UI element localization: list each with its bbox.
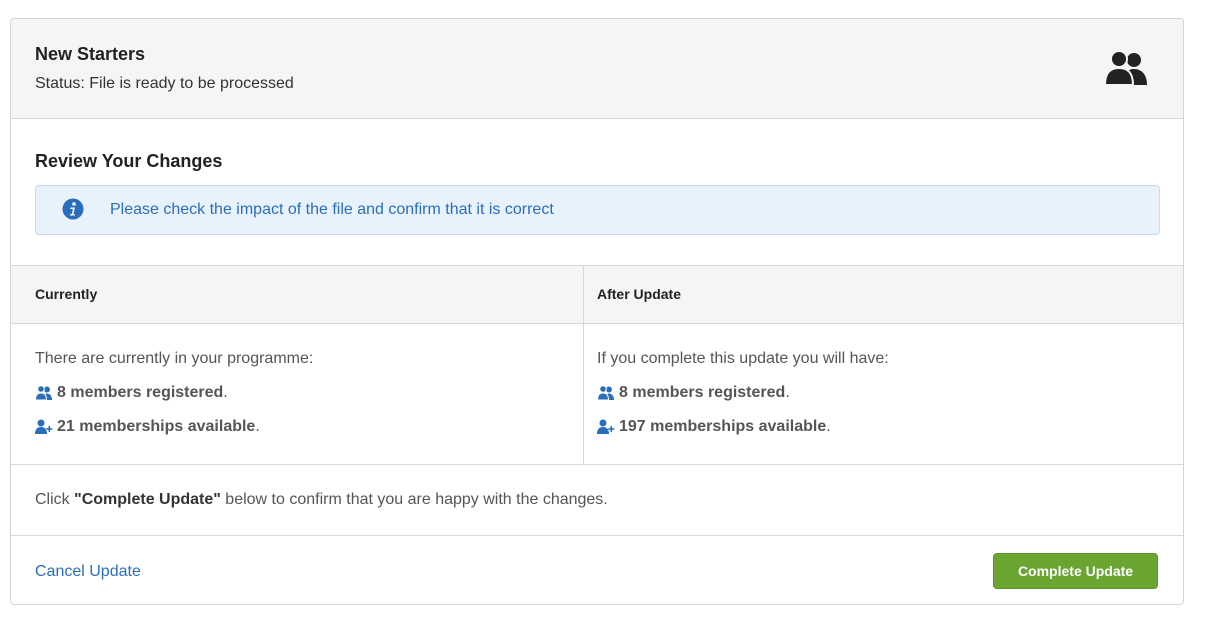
column-divider: [583, 266, 584, 464]
comparison-table: Currently There are currently in your pr…: [11, 266, 1183, 465]
after-members-line: 8 members registered.: [597, 384, 790, 402]
after-memberships-line: 197 memberships available.: [597, 418, 831, 436]
after-update-intro: If you complete this update you will hav…: [597, 350, 889, 367]
period: .: [826, 418, 831, 435]
panel-title: New Starters: [35, 44, 146, 64]
user-plus-icon: [35, 419, 53, 434]
period: .: [785, 384, 790, 401]
review-section: Review Your Changes Please check the imp…: [11, 119, 1183, 266]
users-icon: [1103, 50, 1147, 86]
panel-header: New Starters Status: File is ready to be…: [11, 19, 1183, 119]
period: .: [255, 418, 260, 435]
after-update-heading: After Update: [597, 286, 682, 302]
review-title: Review Your Changes: [35, 151, 223, 171]
confirm-prefix: Click: [35, 491, 75, 508]
currently-memberships-line: 21 memberships available.: [35, 418, 260, 436]
after-members-count: 8 members registered: [619, 384, 786, 401]
confirm-section: Click "Complete Update" below to confirm…: [11, 465, 1183, 536]
users-icon: [35, 385, 52, 401]
currently-members-line: 8 members registered.: [35, 384, 228, 402]
currently-memberships-count: 21 memberships available: [57, 418, 256, 435]
info-alert: Please check the impact of the file and …: [35, 185, 1160, 235]
users-icon: [597, 385, 614, 401]
currently-heading: Currently: [35, 286, 98, 302]
status-text: Status: File is ready to be processed: [35, 75, 294, 92]
confirm-suffix: below to confirm that you are happy with…: [220, 491, 608, 508]
period: .: [223, 384, 228, 401]
confirm-instructions: Click "Complete Update" below to confirm…: [35, 491, 608, 509]
cancel-update-link[interactable]: Cancel Update: [35, 563, 141, 581]
after-memberships-count: 197 memberships available: [619, 418, 827, 435]
info-icon: [62, 198, 84, 220]
confirm-button-reference: "Complete Update": [74, 491, 221, 508]
panel-footer: Cancel Update Complete Update: [11, 536, 1183, 604]
user-plus-icon: [597, 419, 615, 434]
currently-intro: There are currently in your programme:: [35, 350, 314, 367]
currently-members-count: 8 members registered: [57, 384, 224, 401]
complete-update-button[interactable]: Complete Update: [993, 553, 1158, 589]
alert-message: Please check the impact of the file and …: [110, 201, 554, 218]
update-panel: New Starters Status: File is ready to be…: [10, 18, 1184, 605]
